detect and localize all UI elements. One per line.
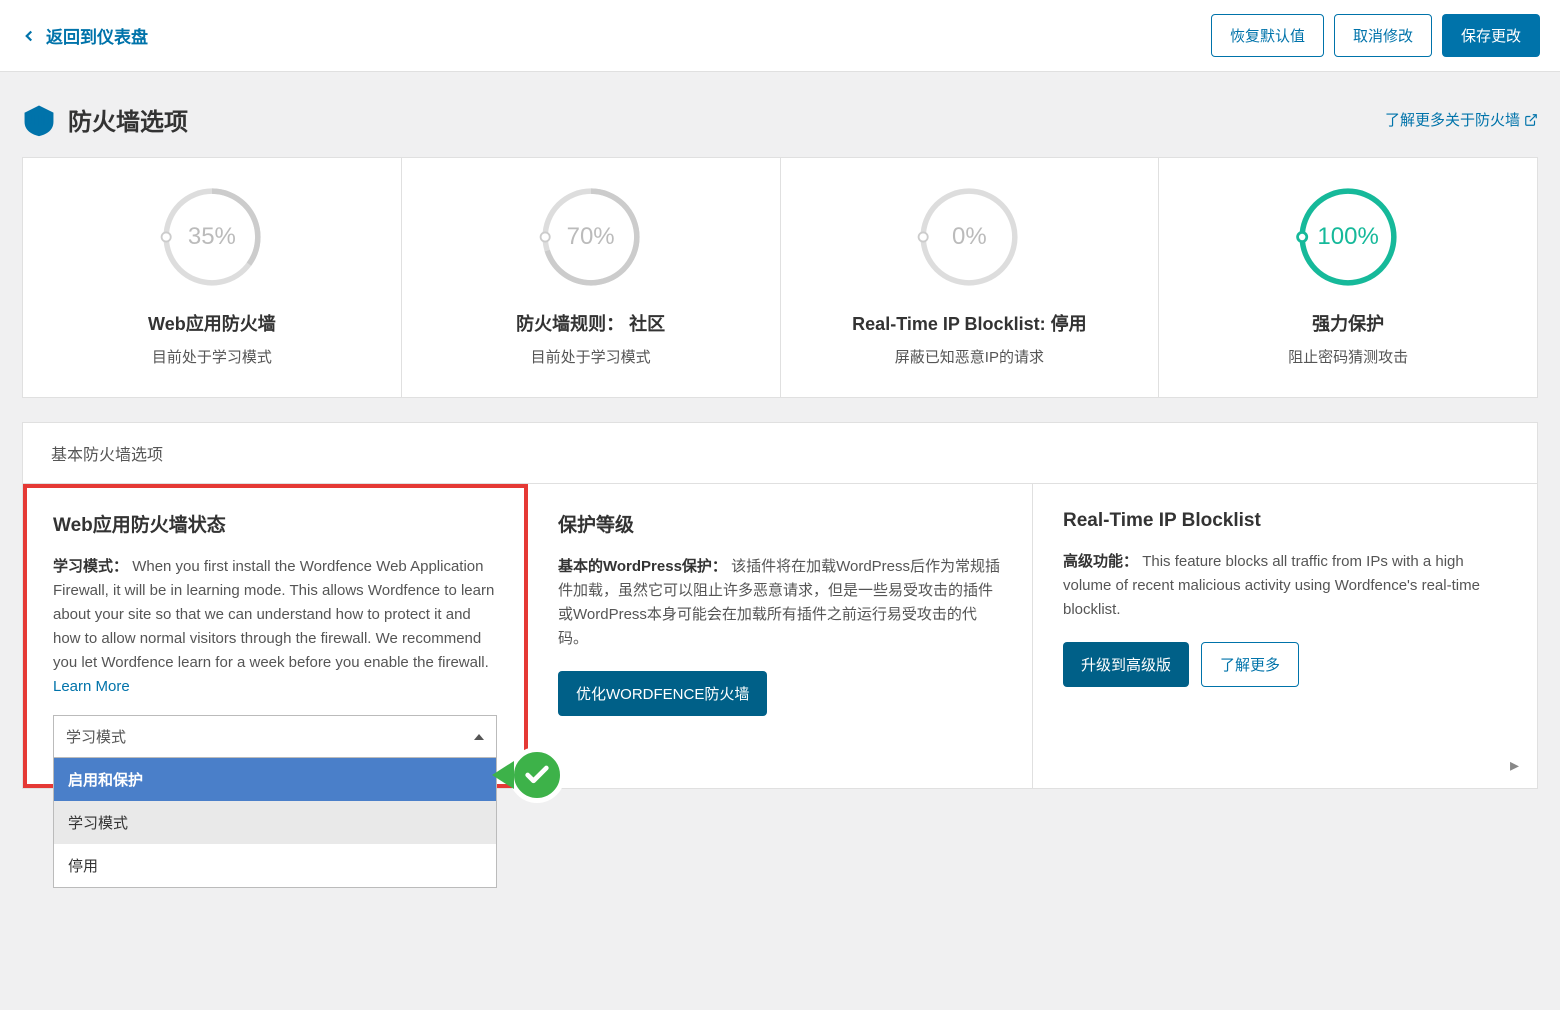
- card-desc: 高级功能： This feature blocks all traffic fr…: [1063, 550, 1507, 622]
- stat-title: Web应用防火墙: [39, 310, 385, 336]
- card-title: 保护等级: [558, 510, 1002, 537]
- chevron-left-icon: [20, 27, 38, 45]
- status-dropdown: 启用和保护 学习模式 停用: [53, 758, 497, 888]
- back-label: 返回到仪表盘: [46, 23, 148, 48]
- stat-title: Real-Time IP Blocklist: 停用: [797, 310, 1143, 336]
- gauge: 70%: [536, 182, 646, 292]
- expand-arrow-icon[interactable]: ▸: [1510, 755, 1519, 776]
- card-desc: 学习模式： When you first install the Wordfen…: [53, 555, 497, 699]
- stat-title: 防火墙规则： 社区: [418, 310, 764, 336]
- dropdown-option-enable[interactable]: 启用和保护: [54, 758, 496, 801]
- stat-sub: 阻止密码猜测攻击: [1175, 346, 1521, 367]
- status-select-wrap: 学习模式 启用和保护 学习模式 停用: [53, 715, 497, 758]
- gauge: 0%: [914, 182, 1024, 292]
- page-title-row: 防火墙选项 了解更多关于防火墙: [22, 102, 1538, 137]
- section-header: 基本防火墙选项: [23, 423, 1537, 484]
- card-ip-blocklist: Real-Time IP Blocklist 高级功能： This featur…: [1033, 484, 1537, 788]
- stat-sub: 屏蔽已知恶意IP的请求: [797, 346, 1143, 367]
- card-title: Real-Time IP Blocklist: [1063, 510, 1507, 532]
- header-bar: 返回到仪表盘 恢复默认值 取消修改 保存更改: [0, 0, 1560, 72]
- stat-sub: 目前处于学习模式: [418, 346, 764, 367]
- card-desc: 基本的WordPress保护： 该插件将在加载WordPress后作为常规插件加…: [558, 555, 1002, 651]
- gauge: 35%: [157, 182, 267, 292]
- page-title: 防火墙选项: [22, 102, 188, 137]
- cancel-changes-button[interactable]: 取消修改: [1334, 14, 1432, 57]
- header-actions: 恢复默认值 取消修改 保存更改: [1211, 14, 1540, 57]
- stat-waf: 35% Web应用防火墙 目前处于学习模式: [23, 158, 402, 397]
- stat-title: 强力保护: [1175, 310, 1521, 336]
- stat-sub: 目前处于学习模式: [39, 346, 385, 367]
- stat-blocklist: 0% Real-Time IP Blocklist: 停用 屏蔽已知恶意IP的请…: [781, 158, 1160, 397]
- learn-more-firewall-link[interactable]: 了解更多关于防火墙: [1385, 109, 1538, 130]
- status-select[interactable]: 学习模式: [53, 715, 497, 758]
- back-to-dashboard-link[interactable]: 返回到仪表盘: [20, 23, 148, 48]
- checkmark-badge: [509, 747, 565, 803]
- learn-more-link[interactable]: Learn More: [53, 678, 130, 695]
- restore-defaults-button[interactable]: 恢复默认值: [1211, 14, 1324, 57]
- card-waf-status: Web应用防火墙状态 学习模式： When you first install …: [23, 484, 528, 788]
- basic-options-section: 基本防火墙选项 Web应用防火墙状态 学习模式： When you first …: [22, 422, 1538, 789]
- save-changes-button[interactable]: 保存更改: [1442, 14, 1540, 57]
- firewall-icon: [22, 103, 56, 137]
- stats-panel: 35% Web应用防火墙 目前处于学习模式 70% 防火墙规则： 社区 目前处于…: [22, 157, 1538, 398]
- external-link-icon: [1524, 113, 1538, 127]
- card-title: Web应用防火墙状态: [53, 510, 497, 537]
- arrow-pointer-icon: [492, 761, 514, 789]
- learn-more-button[interactable]: 了解更多: [1201, 642, 1299, 687]
- card-protection-level: 保护等级 基本的WordPress保护： 该插件将在加载WordPress后作为…: [528, 484, 1033, 788]
- dropdown-option-disable[interactable]: 停用: [54, 844, 496, 887]
- chevron-up-icon: [474, 734, 484, 740]
- cards-row: Web应用防火墙状态 学习模式： When you first install …: [23, 484, 1537, 788]
- upgrade-premium-button[interactable]: 升级到高级版: [1063, 642, 1189, 687]
- stat-brute: 100% 强力保护 阻止密码猜测攻击: [1159, 158, 1537, 397]
- gauge: 100%: [1293, 182, 1403, 292]
- stat-rules: 70% 防火墙规则： 社区 目前处于学习模式: [402, 158, 781, 397]
- optimize-firewall-button[interactable]: 优化WORDFENCE防火墙: [558, 671, 767, 716]
- checkmark-icon: [523, 761, 551, 789]
- dropdown-option-learning[interactable]: 学习模式: [54, 801, 496, 844]
